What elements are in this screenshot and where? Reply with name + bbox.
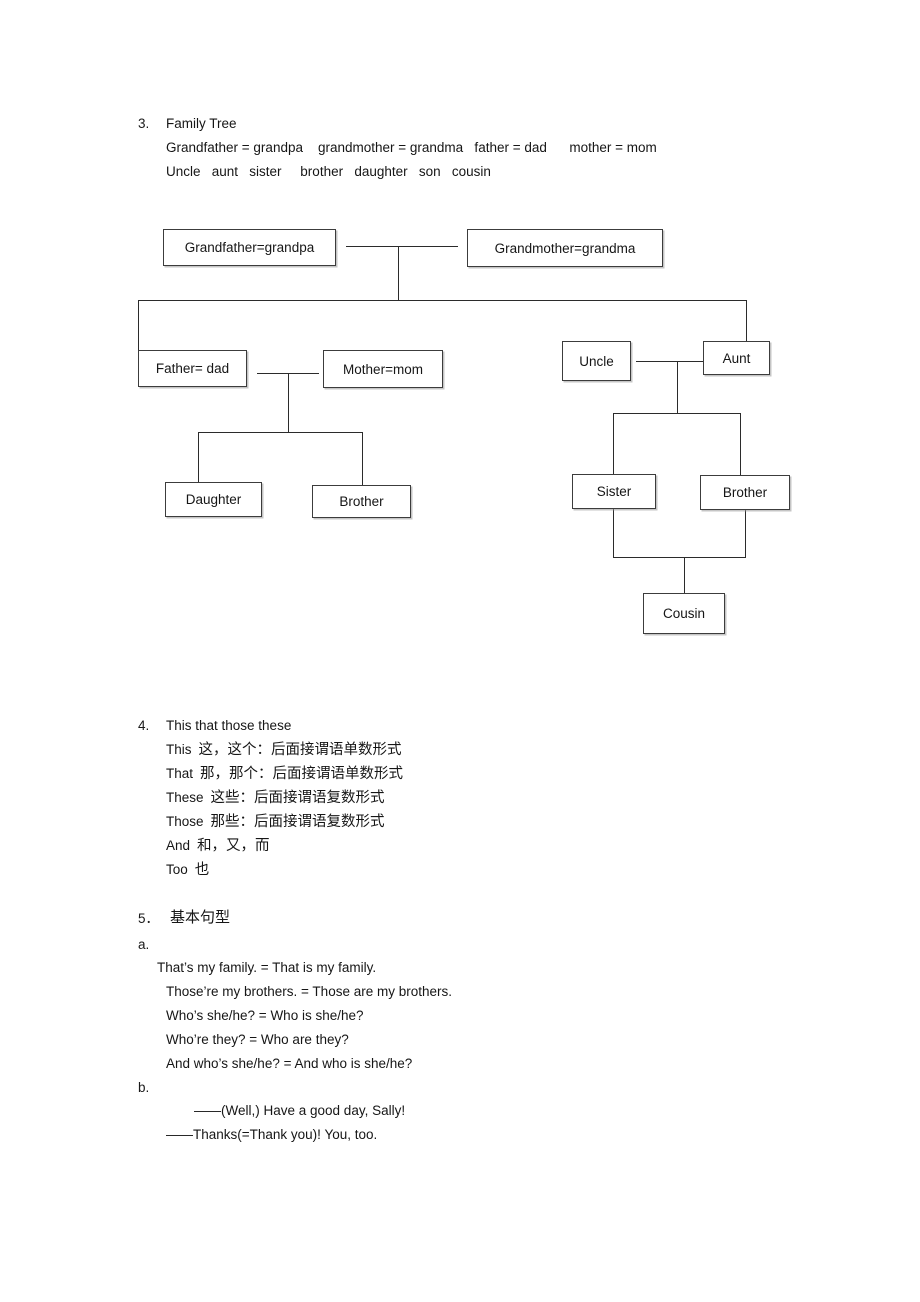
connector-brother-to-cousin-drop (745, 510, 746, 557)
section-4-entry-these: These 这些：后面接谓语复数形式 (166, 790, 385, 806)
tree-node-grandfather: Grandfather=grandpa (163, 229, 336, 266)
family-tree-diagram: Grandfather=grandpa Grandmother=grandma … (0, 0, 920, 700)
connector-grandparents-horizontal (346, 246, 458, 247)
section-5-sub-a-line-2: Those’re my brothers. = Those are my bro… (166, 984, 452, 999)
tree-node-uncle: Uncle (562, 341, 631, 381)
document-page: 3. Family Tree Grandfather = grandpa gra… (0, 0, 920, 1302)
connector-parents-drop (288, 373, 289, 432)
tree-node-brother-right: Brother (700, 475, 790, 510)
section-4-entry-that-word: That (166, 766, 194, 781)
section-4-entry-too: Too 也 (166, 862, 209, 878)
tree-node-aunt: Aunt (703, 341, 770, 375)
connector-cousin-bus (613, 557, 746, 558)
section-4-entry-and-gloss: 和，又，而 (197, 838, 270, 854)
section-4-entry-too-gloss: 也 (194, 862, 210, 878)
section-4-entry-this: This 这，这个：后面接谓语单数形式 (166, 742, 402, 758)
section-5-sub-a-line-5: And who’s she/he? = And who is she/he? (166, 1056, 413, 1071)
connector-uncle-aunt-drop (677, 361, 678, 413)
tree-node-daughter: Daughter (165, 482, 262, 517)
connector-grandparents-drop (398, 246, 399, 301)
tree-node-sister: Sister (572, 474, 656, 509)
tree-node-grandmother: Grandmother=grandma (467, 229, 663, 267)
section-4-entry-those-word: Those (166, 814, 204, 829)
section-4-entry-and-word: And (166, 838, 191, 853)
section-4-entry-too-word: Too (166, 862, 188, 877)
section-5-sub-b-line-1: ——(Well,) Have a good day, Sally! (194, 1103, 406, 1118)
connector-uncle-aunt-horizontal (636, 361, 704, 362)
section-4-entry-these-gloss: 这些：后面接谓语复数形式 (210, 790, 385, 806)
connector-sister-drop (613, 413, 614, 474)
section-4-title: This that those these (166, 718, 292, 733)
tree-node-mother: Mother=mom (323, 350, 443, 388)
connector-generation2-left-drop (138, 300, 139, 350)
connector-daughter-drop (198, 432, 199, 482)
section-5-sub-b-label: b. (138, 1080, 150, 1095)
section-4-entry-this-gloss: 这，这个：后面接谓语单数形式 (198, 742, 402, 758)
section-5-sub-a-line-3: Who’s she/he? = Who is she/he? (166, 1008, 364, 1023)
connector-sister-to-cousin-drop (613, 509, 614, 557)
connector-generation2-right-drop (746, 300, 747, 341)
section-5-sub-a-line-1: That’s my family. = That is my family. (157, 960, 377, 975)
section-4-entry-and: And 和，又，而 (166, 838, 270, 854)
tree-node-cousin: Cousin (643, 593, 725, 634)
section-5-sub-a-line-4: Who’re they? = Who are they? (166, 1032, 349, 1047)
section-4-entry-these-word: These (166, 790, 204, 805)
section-5-number: 5． (138, 911, 160, 926)
connector-generation2-bus (138, 300, 747, 301)
section-4-number: 4. (138, 718, 150, 733)
section-5-sub-b-line-2: ——Thanks(=Thank you)! You, too. (166, 1127, 378, 1142)
tree-node-brother-left: Brother (312, 485, 411, 518)
section-5-title: 基本句型 (170, 908, 231, 926)
section-4-entry-those-gloss: 那些：后面接谓语复数形式 (210, 814, 385, 830)
section-4-entry-that-gloss: 那，那个：后面接谓语单数形式 (200, 766, 404, 782)
connector-brother-left-drop (362, 432, 363, 485)
connector-right-children-bus (613, 413, 741, 414)
section-5-sub-a-label: a. (138, 937, 150, 952)
section-4-entry-those: Those 那些：后面接谓语复数形式 (166, 814, 385, 830)
connector-brother-right-drop (740, 413, 741, 475)
section-4-entry-that: That 那，那个：后面接谓语单数形式 (166, 766, 403, 782)
tree-node-father: Father= dad (138, 350, 247, 387)
section-4-entry-this-word: This (166, 742, 192, 757)
connector-left-children-bus (198, 432, 362, 433)
connector-cousin-drop (684, 557, 685, 593)
